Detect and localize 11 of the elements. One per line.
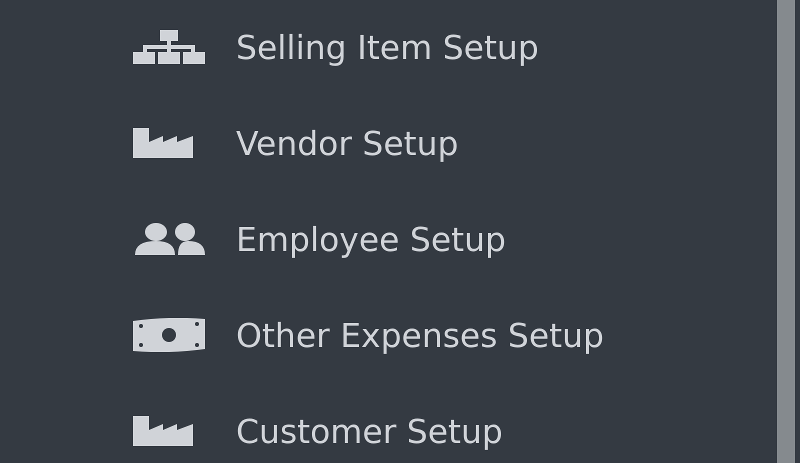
menu-item[interactable]: Employee Setup bbox=[236, 220, 506, 258]
factory-icon bbox=[133, 128, 193, 158]
banknote-icon bbox=[133, 318, 205, 352]
menu-item[interactable]: Selling Item Setup bbox=[236, 28, 539, 66]
menu-item[interactable]: Other Expenses Setup bbox=[236, 316, 604, 354]
menu-item[interactable]: Customer Setup bbox=[236, 412, 503, 450]
factory-icon bbox=[133, 416, 193, 446]
scrollbar[interactable] bbox=[777, 0, 795, 463]
sitemap-icon bbox=[133, 30, 205, 64]
menu-item[interactable]: Vendor Setup bbox=[236, 124, 458, 162]
users-icon bbox=[133, 223, 205, 255]
